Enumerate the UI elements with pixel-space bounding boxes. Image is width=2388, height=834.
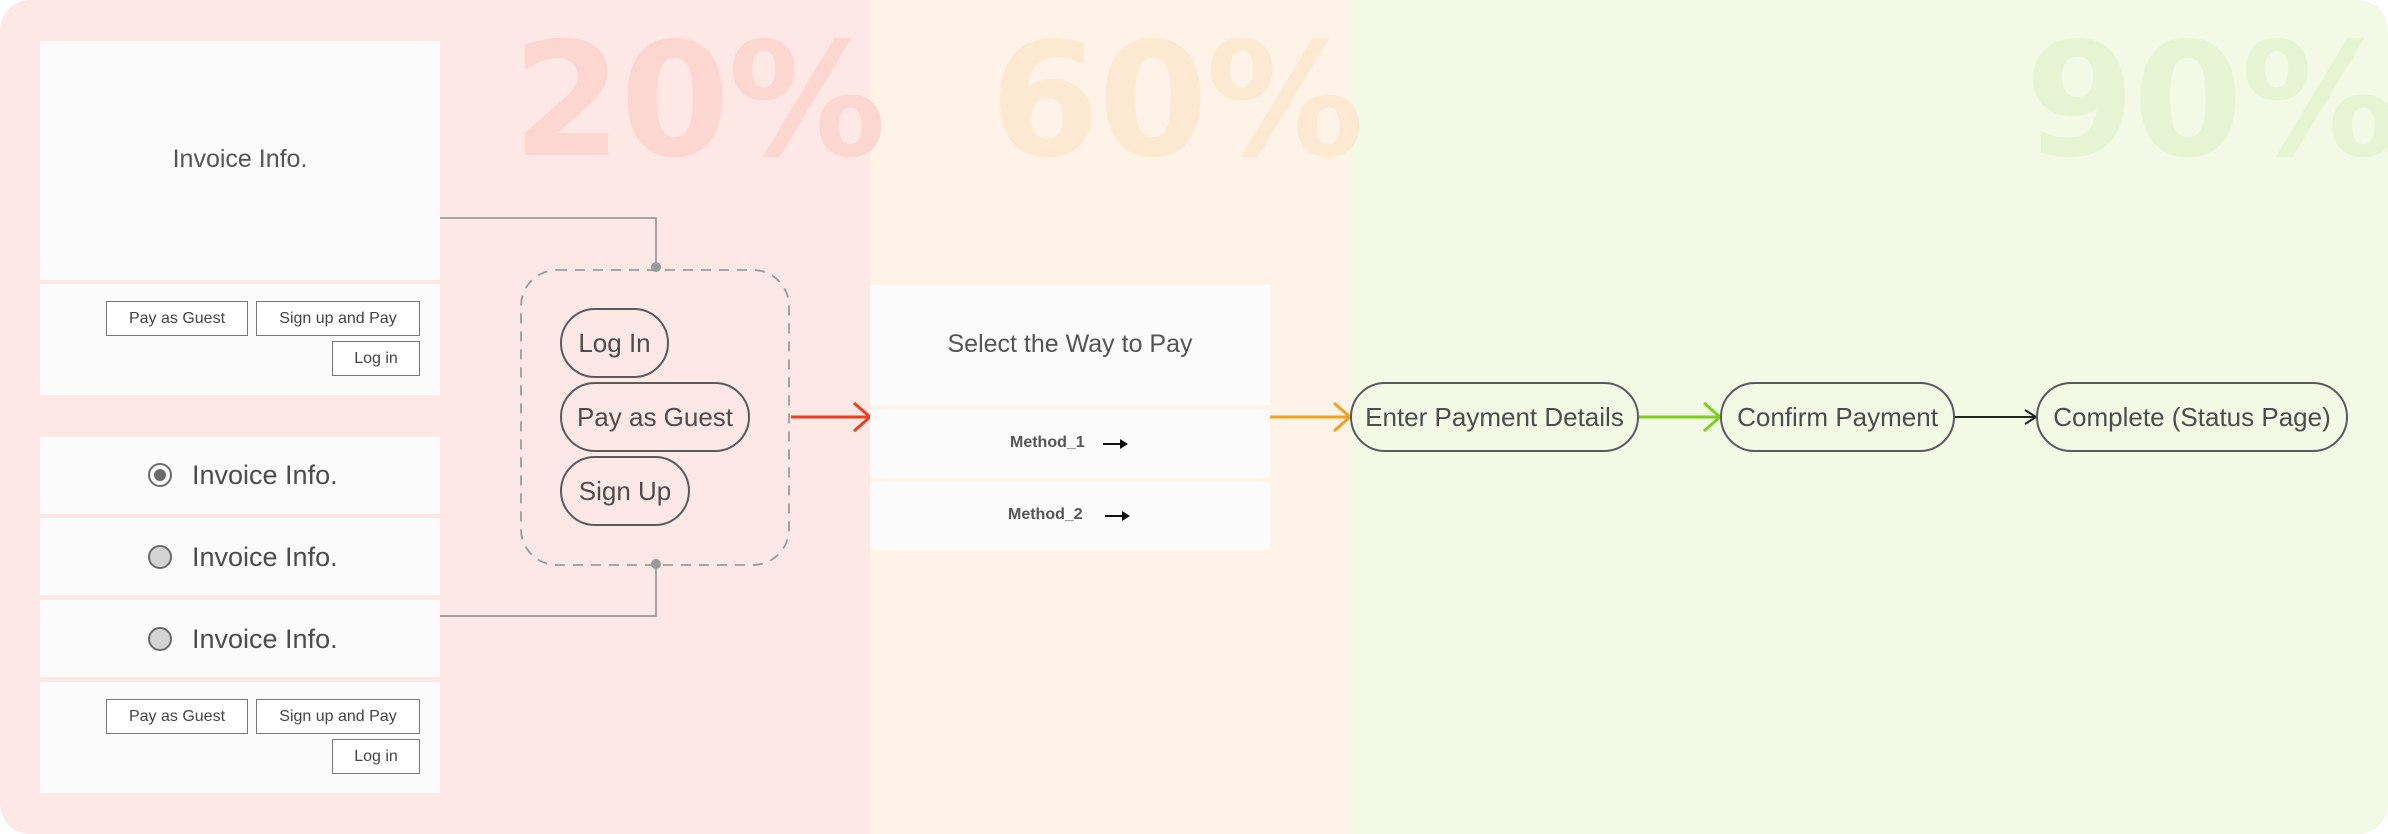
payment-select-title: Select the Way to Pay (947, 330, 1193, 358)
invoice-row-label: Invoice Info. (192, 542, 338, 572)
arrow-to-complete (1955, 409, 2038, 425)
payment-select-card: Select the Way to Pay (870, 285, 1270, 405)
sign-up-option[interactable]: Sign Up (560, 456, 690, 526)
top-connector-line (440, 217, 657, 267)
method-label: Method_2 (1008, 506, 1083, 523)
invoice-row-3[interactable]: Invoice Info. (40, 600, 440, 677)
top-pay-as-guest-button[interactable]: Pay as Guest (106, 301, 248, 336)
arrow-to-enter-payment (1270, 401, 1353, 433)
bottom-connector-dot (651, 559, 661, 569)
bottom-connector-line (440, 566, 657, 617)
invoice-row-label: Invoice Info. (192, 624, 338, 654)
pay-as-guest-option[interactable]: Pay as Guest (560, 382, 750, 452)
top-invoice-label: Invoice Info. (172, 145, 308, 173)
invoice-row-2[interactable]: Invoice Info. (40, 518, 440, 595)
bottom-log-in-button[interactable]: Log in (332, 739, 420, 774)
method-label: Method_1 (1010, 434, 1085, 451)
bottom-sign-up-and-pay-button[interactable]: Sign up and Pay (256, 699, 420, 734)
radio-button[interactable] (148, 545, 172, 569)
invoice-row-1[interactable]: Invoice Info. (40, 437, 440, 514)
arrow-right-icon (1105, 511, 1130, 521)
payment-method-1[interactable]: Method_1 (870, 410, 1270, 478)
bottom-button-panel: Pay as Guest Sign up and Pay Log in (40, 682, 440, 793)
radio-button-selected[interactable] (148, 463, 172, 487)
arrow-right-icon (1103, 439, 1128, 449)
complete-status-page-step[interactable]: Complete (Status Page) (2036, 382, 2348, 452)
bottom-pay-as-guest-button[interactable]: Pay as Guest (106, 699, 248, 734)
radio-button[interactable] (148, 627, 172, 651)
top-log-in-button[interactable]: Log in (332, 341, 420, 376)
arrow-to-confirm-payment (1639, 401, 1723, 433)
confirm-payment-step[interactable]: Confirm Payment (1720, 382, 1955, 452)
enter-payment-details-step[interactable]: Enter Payment Details (1350, 382, 1639, 452)
top-sign-up-and-pay-button[interactable]: Sign up and Pay (256, 301, 420, 336)
arrow-to-payment-select (791, 401, 873, 433)
top-button-panel: Pay as Guest Sign up and Pay Log in (40, 284, 440, 395)
log-in-option[interactable]: Log In (560, 308, 669, 378)
invoice-row-label: Invoice Info. (192, 460, 338, 490)
payment-method-2[interactable]: Method_2 (870, 482, 1270, 550)
top-invoice-card: Invoice Info. (40, 41, 440, 280)
